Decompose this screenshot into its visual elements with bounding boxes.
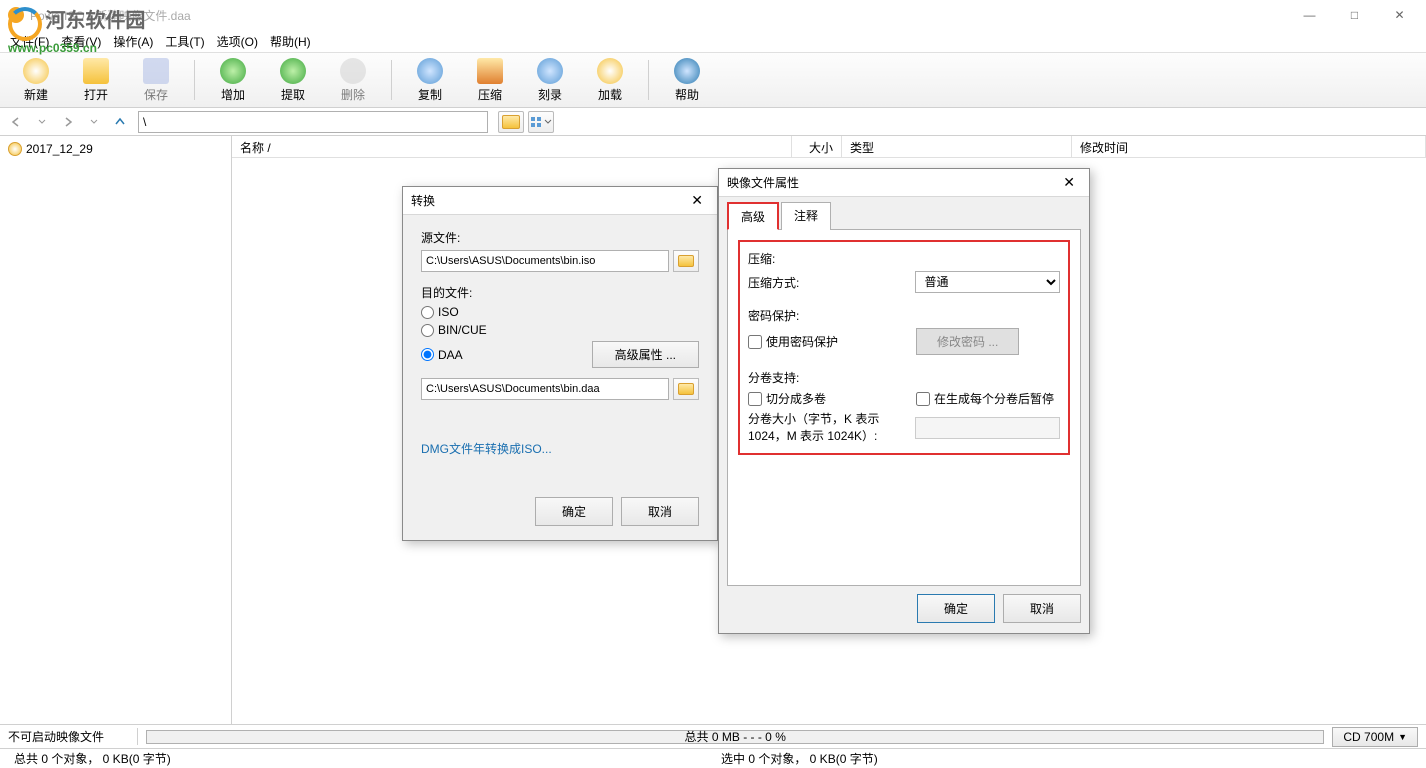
advanced-props-button[interactable]: 高级属性 ... <box>592 341 699 368</box>
menu-tools[interactable]: 工具(T) <box>159 30 210 53</box>
volume-size-label: 分卷大小（字节，K 表示 1024，M 表示 1024K）: <box>748 411 907 445</box>
app-icon <box>8 7 24 23</box>
src-input[interactable] <box>421 250 669 272</box>
tb-new[interactable]: 新建 <box>6 55 66 105</box>
progress-bar: 总共 0 MB - - - 0 % <box>146 730 1324 744</box>
tb-delete: 删除 <box>323 55 383 105</box>
grid-icon <box>530 116 544 128</box>
convert-ok-button[interactable]: 确定 <box>535 497 613 526</box>
status-left: 总共 0 个对象， 0 KB(0 字节) <box>6 750 713 767</box>
progress-area: 不可启动映像文件 总共 0 MB - - - 0 % CD 700M ▼ <box>0 724 1426 748</box>
compress-section: 压缩: 压缩方式: 普通 <box>748 250 1060 293</box>
convert-close-button[interactable]: ✕ <box>685 192 709 209</box>
props-cancel-button[interactable]: 取消 <box>1003 594 1081 623</box>
toolbar: 新建 打开 保存 增加 提取 删除 复制 压缩 刻录 加载 帮助 <box>0 52 1426 108</box>
folder-icon <box>502 115 520 129</box>
nav-fwd-dd[interactable] <box>82 111 106 133</box>
nav-back[interactable] <box>4 111 28 133</box>
column-headers: 名称 / 大小 类型 修改时间 <box>232 136 1426 158</box>
convert-dialog: 转换 ✕ 源文件: 目的文件: ISO BIN/CUE DAA 高级属性 ...… <box>402 186 718 541</box>
radio-bincue[interactable]: BIN/CUE <box>421 323 699 337</box>
disc-icon <box>8 142 22 156</box>
compress-method-select[interactable]: 普通 <box>915 271 1060 293</box>
dst-label: 目的文件: <box>421 284 699 301</box>
tb-compress[interactable]: 压缩 <box>460 55 520 105</box>
minimize-button[interactable]: — <box>1287 0 1332 30</box>
menu-action[interactable]: 操作(A) <box>107 30 159 53</box>
tb-copy[interactable]: 复制 <box>400 55 460 105</box>
tb-save: 保存 <box>126 55 186 105</box>
split-volumes-checkbox[interactable]: 切分成多卷 <box>748 390 908 407</box>
pause-each-volume-checkbox[interactable]: 在生成每个分卷后暂停 <box>916 390 1054 407</box>
convert-title-bar[interactable]: 转换 ✕ <box>403 187 717 215</box>
tb-extract[interactable]: 提取 <box>263 55 323 105</box>
convert-cancel-button[interactable]: 取消 <box>621 497 699 526</box>
title-bar: PowerISO - 新建映像文件.daa — □ ✕ <box>0 0 1426 30</box>
path-input[interactable]: \ <box>138 111 488 133</box>
status-right: 选中 0 个对象， 0 KB(0 字节) <box>713 750 886 767</box>
menu-help[interactable]: 帮助(H) <box>264 30 317 53</box>
nav-view-mode[interactable] <box>528 111 554 133</box>
menu-options[interactable]: 选项(O) <box>211 30 264 53</box>
nav-bar: \ <box>0 108 1426 136</box>
change-password-button: 修改密码 ... <box>916 328 1019 355</box>
folder-icon <box>678 383 694 395</box>
image-props-dialog: 映像文件属性 ✕ 高级 注释 压缩: 压缩方式: 普通 密码保护: 使用密码保护… <box>718 168 1090 634</box>
tab-advanced[interactable]: 高级 <box>727 202 779 230</box>
col-type[interactable]: 类型 <box>842 136 1072 157</box>
dmg-link[interactable]: DMG文件年转换成ISO... <box>421 440 552 457</box>
status-bar: 总共 0 个对象， 0 KB(0 字节) 选中 0 个对象， 0 KB(0 字节… <box>0 748 1426 768</box>
radio-iso[interactable]: ISO <box>421 305 699 319</box>
props-title-bar[interactable]: 映像文件属性 ✕ <box>719 169 1089 197</box>
dst-input[interactable] <box>421 378 669 400</box>
nav-folder-icon[interactable] <box>498 111 524 133</box>
arrow-up-icon <box>113 115 127 129</box>
password-section: 密码保护: 使用密码保护 修改密码 ... <box>748 307 1060 355</box>
folder-icon <box>678 255 694 267</box>
tab-notes[interactable]: 注释 <box>781 202 831 230</box>
arrow-left-icon <box>9 115 23 129</box>
nav-back-dd[interactable] <box>30 111 54 133</box>
tab-panel: 压缩: 压缩方式: 普通 密码保护: 使用密码保护 修改密码 ... 分卷支持:… <box>727 229 1081 586</box>
compress-method-label: 压缩方式: <box>748 274 907 291</box>
radio-daa[interactable]: DAA <box>421 348 463 362</box>
col-mtime[interactable]: 修改时间 <box>1072 136 1426 157</box>
dst-browse-button[interactable] <box>673 378 699 400</box>
use-password-checkbox[interactable]: 使用密码保护 <box>748 333 908 350</box>
volume-size-input <box>915 417 1060 439</box>
tb-open[interactable]: 打开 <box>66 55 126 105</box>
props-ok-button[interactable]: 确定 <box>917 594 995 623</box>
tree-panel: 2017_12_29 <box>0 136 232 724</box>
menu-view[interactable]: 查看(V) <box>55 30 107 53</box>
media-size-button[interactable]: CD 700M ▼ <box>1332 727 1418 747</box>
src-browse-button[interactable] <box>673 250 699 272</box>
close-button[interactable]: ✕ <box>1377 0 1422 30</box>
col-name[interactable]: 名称 / <box>232 136 792 157</box>
tb-burn[interactable]: 刻录 <box>520 55 580 105</box>
props-close-button[interactable]: ✕ <box>1057 174 1081 191</box>
menu-file[interactable]: 文件(F) <box>4 30 55 53</box>
src-label: 源文件: <box>421 229 699 246</box>
maximize-button[interactable]: □ <box>1332 0 1377 30</box>
tb-help[interactable]: 帮助 <box>657 55 717 105</box>
tb-add[interactable]: 增加 <box>203 55 263 105</box>
boot-status: 不可启动映像文件 <box>8 728 138 745</box>
volume-section: 分卷支持: 切分成多卷 在生成每个分卷后暂停 分卷大小（字节，K 表示 1024… <box>748 369 1060 445</box>
nav-fwd[interactable] <box>56 111 80 133</box>
col-size[interactable]: 大小 <box>792 136 842 157</box>
highlight-box: 压缩: 压缩方式: 普通 密码保护: 使用密码保护 修改密码 ... 分卷支持:… <box>738 240 1070 455</box>
tb-mount[interactable]: 加载 <box>580 55 640 105</box>
tree-item[interactable]: 2017_12_29 <box>4 140 227 158</box>
arrow-right-icon <box>61 115 75 129</box>
nav-up[interactable] <box>108 111 132 133</box>
menu-bar: 文件(F) 查看(V) 操作(A) 工具(T) 选项(O) 帮助(H) <box>0 30 1426 52</box>
window-title: PowerISO - 新建映像文件.daa <box>30 7 1287 24</box>
